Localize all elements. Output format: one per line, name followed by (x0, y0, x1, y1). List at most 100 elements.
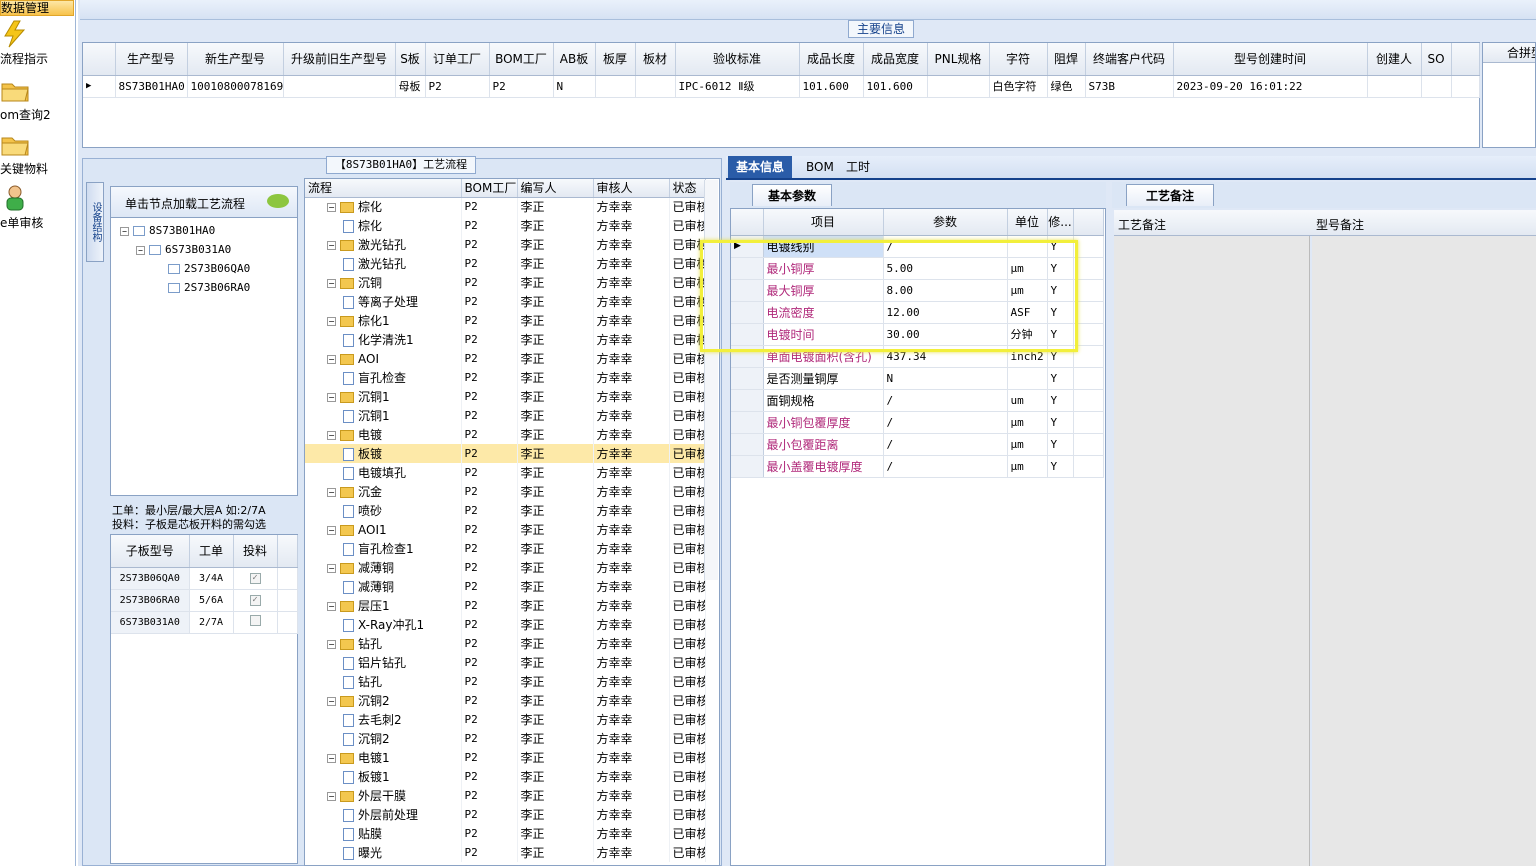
sub-grid-row[interactable]: 2S73B06RA0 5/6A ✓ (111, 589, 298, 612)
process-row[interactable]: − 棕化1 P2 李正 方幸幸 已审核 (305, 311, 706, 330)
tree-node-root[interactable]: − 8S73B01HA0 (120, 224, 215, 237)
collapse-icon[interactable]: − (327, 640, 336, 649)
main-cell-4[interactable]: P2 (425, 75, 490, 98)
param-item[interactable]: 面铜规格 (763, 389, 884, 412)
process-row[interactable]: − 层压1 P2 李正 方幸幸 已审核 (305, 596, 706, 615)
collapse-icon[interactable]: − (327, 564, 336, 573)
main-cell-1[interactable]: 10010800078169 (187, 75, 284, 98)
process-row[interactable]: − 电镀1 P2 李正 方幸幸 已审核 (305, 748, 706, 767)
flow-cell[interactable]: 棕化 (305, 216, 462, 235)
tree-node-sub1[interactable]: 2S73B06QA0 (168, 262, 250, 275)
col-main-9[interactable]: 验收标准 (675, 43, 800, 76)
flow-cell[interactable]: 盲孔检查 (305, 368, 462, 387)
process-row[interactable]: − 激光钻孔 P2 李正 方幸幸 已审核 (305, 235, 706, 254)
col-process-notes[interactable]: 工艺备注 (1118, 216, 1166, 233)
main-cell-6[interactable]: N (553, 75, 596, 98)
process-notes-tab[interactable]: 工艺备注 (1126, 184, 1214, 206)
col-modify[interactable]: 修... (1047, 209, 1074, 236)
collapse-icon[interactable]: − (327, 754, 336, 763)
flow-cell[interactable]: − 层压1 (305, 596, 462, 615)
collapse-icon[interactable]: − (327, 241, 336, 250)
process-row[interactable]: 激光钻孔 P2 李正 方幸幸 已审核 (305, 254, 706, 273)
flow-cell[interactable]: 沉铜1 (305, 406, 462, 425)
sub-order[interactable]: 2/7A (189, 611, 234, 634)
flow-cell[interactable]: 板镀 (305, 444, 462, 463)
flow-cell[interactable]: − 沉铜2 (305, 691, 462, 710)
process-row[interactable]: 去毛刺2 P2 李正 方幸幸 已审核 (305, 710, 706, 729)
col-main-7[interactable]: 板厚 (595, 43, 636, 76)
param-value[interactable]: / (883, 433, 1008, 456)
param-item[interactable]: 最小盖覆电镀厚度 (763, 455, 884, 478)
col-reviewer[interactable]: 审核人 (593, 179, 670, 198)
process-row[interactable]: − 减薄铜 P2 李正 方幸幸 已审核 (305, 558, 706, 577)
sub-grid-row[interactable]: 2S73B06QA0 3/4A ✓ (111, 567, 298, 590)
main-cell-7[interactable] (595, 75, 636, 98)
process-row[interactable]: − 棕化 P2 李正 方幸幸 已审核 (305, 197, 706, 216)
tab-work-hours[interactable]: 工时 (838, 156, 878, 178)
flow-cell[interactable]: 电镀填孔 (305, 463, 462, 482)
process-row[interactable]: 盲孔检查 P2 李正 方幸幸 已审核 (305, 368, 706, 387)
flow-cell[interactable]: 盲孔检查1 (305, 539, 462, 558)
col-bom-factory[interactable]: BOM工厂 (461, 179, 518, 198)
param-value[interactable]: / (883, 411, 1008, 434)
main-cell-10[interactable]: 101.600 (799, 75, 864, 98)
collapse-icon[interactable]: − (327, 203, 336, 213)
flow-cell[interactable]: − 钻孔 (305, 634, 462, 653)
flow-cell[interactable]: − 外层干膜 (305, 786, 462, 805)
main-cell-18[interactable] (1421, 75, 1452, 98)
col-main-16[interactable]: 型号创建时间 (1173, 43, 1368, 76)
main-cell-17[interactable] (1367, 75, 1422, 98)
param-row[interactable]: 最小铜包覆厚度 / μm Y (731, 411, 1104, 434)
process-row[interactable]: − 外层干膜 P2 李正 方幸幸 已审核 (305, 786, 706, 805)
col-main-2[interactable]: 升级前旧生产型号 (283, 43, 396, 76)
main-info-row[interactable]: ▶ 8S73B01HA0 10010800078169 母板 P2 P2 N IPC-6012… (83, 75, 1480, 98)
flow-cell[interactable]: X-Ray冲孔1 (305, 615, 462, 634)
col-sub-feed[interactable]: 投料 (233, 535, 278, 568)
col-main-4[interactable]: 订单工厂 (425, 43, 490, 76)
process-row[interactable]: − 钻孔 P2 李正 方幸幸 已审核 (305, 634, 706, 653)
flow-cell[interactable]: 去毛刺2 (305, 710, 462, 729)
collapse-icon[interactable]: − (327, 792, 336, 801)
col-main-15[interactable]: 终端客户代码 (1085, 43, 1174, 76)
main-info-tab[interactable]: 主要信息 (848, 20, 914, 38)
flow-cell[interactable]: 板镀1 (305, 767, 462, 786)
flow-cell[interactable]: 钻孔 (305, 672, 462, 691)
nav-item-flow[interactable]: 流程指示 (0, 20, 74, 67)
tab-bom[interactable]: BOM (798, 156, 842, 178)
process-row[interactable]: 贴膜 P2 李正 方幸幸 已审核 (305, 824, 706, 843)
col-flow[interactable]: 流程 (305, 179, 462, 198)
nav-item-review[interactable]: e单审核 (0, 184, 74, 231)
col-main-0[interactable]: 生产型号 (115, 43, 188, 76)
param-item[interactable]: 最小包覆距离 (763, 433, 884, 456)
col-sub-model[interactable]: 子板型号 (111, 535, 190, 568)
col-main-17[interactable]: 创建人 (1367, 43, 1422, 76)
sub-order[interactable]: 5/6A (189, 589, 234, 612)
flow-cell[interactable]: − AOI (305, 349, 462, 368)
col-main-11[interactable]: 成品宽度 (863, 43, 928, 76)
col-main-13[interactable]: 字符 (989, 43, 1048, 76)
basic-params-tab[interactable]: 基本参数 (752, 184, 832, 206)
tree-node-sub2[interactable]: 2S73B06RA0 (168, 281, 250, 294)
process-row[interactable]: 铝片钻孔 P2 李正 方幸幸 已审核 (305, 653, 706, 672)
nav-item-key-material[interactable]: 关键物料 (0, 130, 74, 177)
flow-cell[interactable]: − 沉铜1 (305, 387, 462, 406)
collapse-icon[interactable]: − (327, 431, 336, 440)
col-main-3[interactable]: S板 (395, 43, 426, 76)
collapse-icon[interactable]: − (327, 602, 336, 611)
param-value[interactable]: / (883, 455, 1008, 478)
process-row[interactable]: 棕化 P2 李正 方幸幸 已审核 (305, 216, 706, 235)
collapse-icon[interactable]: − (136, 245, 145, 255)
flow-cell[interactable]: − 棕化 (305, 197, 462, 216)
col-item[interactable]: 项目 (763, 209, 884, 236)
flow-cell[interactable]: 喷砂 (305, 501, 462, 520)
process-row[interactable]: − 沉金 P2 李正 方幸幸 已审核 (305, 482, 706, 501)
main-cell-16[interactable]: 2023-09-20 16:01:22 (1173, 75, 1368, 98)
flow-cell[interactable]: − AOI1 (305, 520, 462, 539)
process-row[interactable]: 盲孔检查1 P2 李正 方幸幸 已审核 (305, 539, 706, 558)
col-main-18[interactable]: SO (1421, 43, 1452, 76)
flow-cell[interactable]: − 激光钻孔 (305, 235, 462, 254)
flow-cell[interactable]: 激光钻孔 (305, 254, 462, 273)
col-main-8[interactable]: 板材 (635, 43, 676, 76)
main-cell-3[interactable]: 母板 (395, 75, 426, 98)
collapse-icon[interactable]: − (327, 697, 336, 706)
